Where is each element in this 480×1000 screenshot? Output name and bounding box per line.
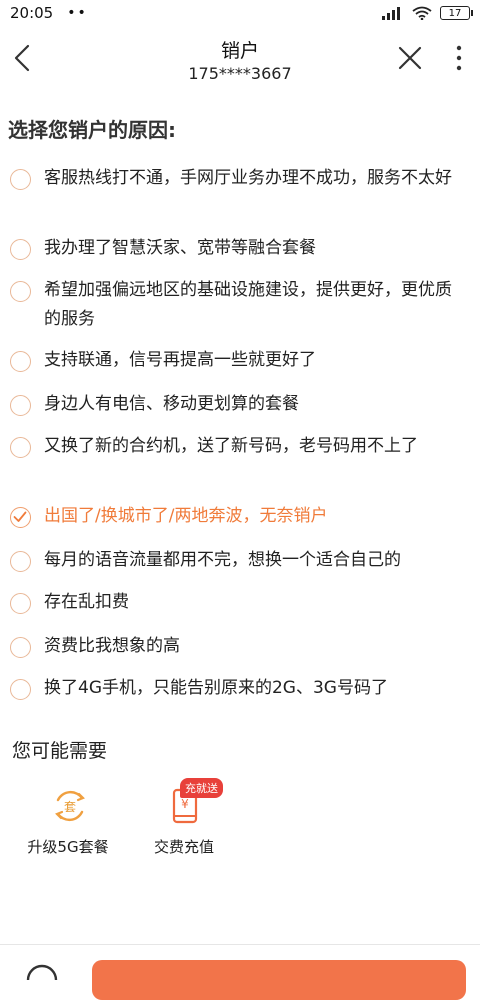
radio-icon[interactable] <box>10 637 31 658</box>
radio-icon[interactable] <box>10 593 31 614</box>
close-icon[interactable] <box>396 44 424 72</box>
radio-icon[interactable] <box>10 239 31 260</box>
reason-label: 资费比我想象的高 <box>44 636 180 656</box>
reason-label: 换了4G手机，只能告别原来的2G、3G号码了 <box>44 678 388 698</box>
svg-text:套: 套 <box>64 800 76 814</box>
section-title: 选择您销户的原因: <box>8 118 176 142</box>
radio-icon[interactable] <box>10 395 31 416</box>
reason-label: 客服热线打不通，手网厅业务办理不成功，服务不太好 <box>44 168 452 188</box>
radio-icon[interactable] <box>10 281 31 302</box>
signal-icon <box>382 7 400 20</box>
reason-label: 身边人有电信、移动更划算的套餐 <box>44 394 299 414</box>
status-time: 20:05 <box>10 4 54 22</box>
radio-icon[interactable] <box>10 169 31 190</box>
status-dots: •• <box>67 5 88 21</box>
confirm-button[interactable] <box>92 960 466 1000</box>
reason-label: 希望加强偏远地区的基础设施建设，提供更好，更优质的服务 <box>44 280 452 329</box>
more-menu-icon[interactable] <box>452 42 466 74</box>
recharge-label: 交费充值 <box>153 838 214 856</box>
checked-radio-icon[interactable] <box>10 507 31 528</box>
radio-icon[interactable] <box>10 551 31 572</box>
upgrade-5g-label: 升级5G套餐 <box>27 838 109 856</box>
svg-text:¥: ¥ <box>181 797 189 811</box>
recommend-title: 您可能需要 <box>12 740 108 762</box>
battery-icon: 17 <box>440 6 473 20</box>
bottom-divider <box>0 944 480 945</box>
package-upgrade-icon: 套 <box>55 790 85 822</box>
radio-icon[interactable] <box>10 351 31 372</box>
reason-label: 每月的语音流量都用不完，想换一个适合自己的 <box>44 550 401 570</box>
promo-badge: 充就送 <box>180 778 223 798</box>
status-bar: 20:05 •• 17 <box>0 0 480 26</box>
battery-level: 17 <box>448 7 462 19</box>
wifi-icon <box>412 6 432 20</box>
reason-label: 支持联通，信号再提高一些就更好了 <box>44 350 316 370</box>
upgrade-5g-button[interactable]: 套 升级5G套餐 <box>18 780 118 870</box>
headset-support-icon[interactable] <box>22 960 62 980</box>
reason-label: 我办理了智慧沃家、宽带等融合套餐 <box>44 238 316 258</box>
reason-label: 又换了新的合约机，送了新号码，老号码用不上了 <box>44 436 418 456</box>
radio-icon[interactable] <box>10 437 31 458</box>
header: 销户 175****3667 <box>0 26 480 94</box>
reason-label: 出国了/换城市了/两地奔波，无奈销户 <box>44 506 328 526</box>
radio-icon[interactable] <box>10 679 31 700</box>
reason-label: 存在乱扣费 <box>44 592 129 612</box>
status-icons: 17 <box>382 6 473 20</box>
